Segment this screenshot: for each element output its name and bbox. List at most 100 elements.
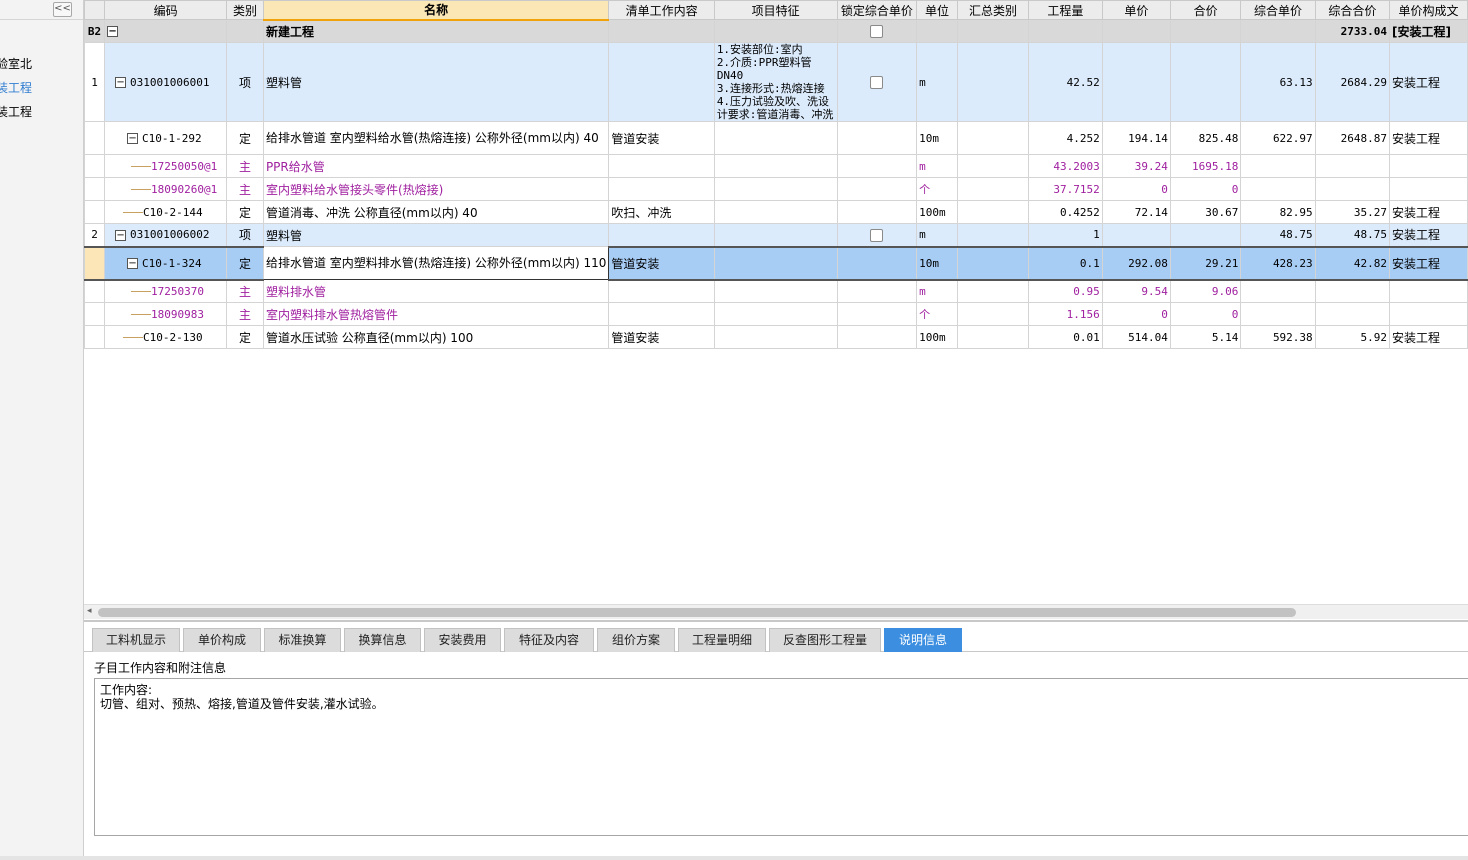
cell-comp-total[interactable]: 5.92 <box>1314 325 1390 349</box>
cell-quantity[interactable]: 4.252 <box>1028 121 1103 155</box>
cell-unit[interactable]: 10m <box>916 121 958 155</box>
cell-work-content[interactable] <box>608 42 715 122</box>
cell-name[interactable]: 管道消毒、冲洗 公称直径(mm以内) 40 <box>262 200 610 224</box>
col-header-comp-total[interactable]: 综合合价 <box>1314 0 1390 20</box>
cell-unit[interactable]: m <box>916 154 958 178</box>
cell-summary-type[interactable] <box>956 200 1030 224</box>
cell-total[interactable] <box>1169 223 1242 247</box>
cell-comp-price[interactable] <box>1240 177 1316 201</box>
cell-unit[interactable]: 100m <box>916 200 958 224</box>
lock-price-checkbox[interactable] <box>870 24 884 38</box>
cell-comp-total[interactable] <box>1314 177 1390 201</box>
col-header-type[interactable]: 类别 <box>226 0 264 20</box>
table-row-section[interactable]: B2 − 新建工程 2733.04 [安装工程] <box>84 19 1468 43</box>
cell-lock-price[interactable] <box>836 302 918 326</box>
cell-unit-price[interactable]: 0 <box>1101 302 1171 326</box>
col-header-quantity[interactable]: 工程量 <box>1028 0 1103 20</box>
tree-item-install[interactable]: 装工程 <box>0 103 32 120</box>
cell-lock-price[interactable] <box>836 42 918 122</box>
cell-composition[interactable] <box>1388 279 1468 303</box>
tab-quantity-detail[interactable]: 工程量明细 <box>678 628 766 652</box>
cell-quantity[interactable]: 0.01 <box>1028 325 1103 349</box>
cell-type[interactable]: 定 <box>226 121 264 155</box>
cell-comp-price[interactable]: 48.75 <box>1240 223 1316 247</box>
tree-item-lab[interactable]: 验室北 <box>0 55 32 72</box>
cell-unit-price[interactable]: 514.04 <box>1101 325 1171 349</box>
cell-code[interactable]: 17250050@1 <box>104 154 228 178</box>
cell-code[interactable]: − <box>104 19 228 43</box>
cell-comp-price[interactable]: 82.95 <box>1240 200 1316 224</box>
cell-type[interactable]: 主 <box>226 154 264 178</box>
cell-summary-type[interactable] <box>956 42 1030 122</box>
cell-quantity[interactable]: 1.156 <box>1028 302 1103 326</box>
cell-total[interactable]: 5.14 <box>1169 325 1242 349</box>
cell-total[interactable]: 1695.18 <box>1169 154 1242 178</box>
cell-code[interactable]: 17250370 <box>104 279 228 303</box>
cell-quantity[interactable] <box>1028 19 1103 43</box>
cell-quantity[interactable]: 42.52 <box>1028 42 1103 122</box>
cell-unit-price[interactable]: 0 <box>1101 177 1171 201</box>
cell-feature[interactable] <box>713 154 838 178</box>
cell-comp-price[interactable]: 622.97 <box>1240 121 1316 155</box>
cell-lock-price[interactable] <box>836 245 918 281</box>
table-row-material[interactable]: 17250370 主 塑料排水管 m 0.95 9.54 9.06 <box>84 279 1468 303</box>
cell-code[interactable]: 18090260@1 <box>104 177 228 201</box>
cell-lock-price[interactable] <box>836 200 918 224</box>
cell-total[interactable] <box>1169 19 1242 43</box>
cell-total[interactable]: 30.67 <box>1169 200 1242 224</box>
table-row-material[interactable]: 17250050@1 主 PPR给水管 m 43.2003 39.24 1695… <box>84 154 1468 178</box>
cell-composition[interactable]: 安装工程 <box>1388 42 1468 122</box>
cell-summary-type[interactable] <box>956 19 1030 43</box>
cell-unit-price[interactable] <box>1101 223 1171 247</box>
cell-unit[interactable]: 10m <box>916 245 958 281</box>
cell-comp-price[interactable] <box>1240 19 1316 43</box>
cell-work-content[interactable]: 管道安装 <box>608 245 715 281</box>
cell-summary-type[interactable] <box>956 223 1030 247</box>
cell-total[interactable]: 825.48 <box>1169 121 1242 155</box>
tab-install-fee[interactable]: 安装费用 <box>424 628 501 652</box>
col-header-comp-price[interactable]: 综合单价 <box>1240 0 1316 20</box>
collapse-toggle-icon[interactable]: − <box>107 26 119 37</box>
cell-name[interactable]: PPR给水管 <box>262 154 610 178</box>
cell-work-content[interactable]: 管道安装 <box>608 325 715 349</box>
cell-work-content[interactable] <box>608 177 715 201</box>
cell-composition[interactable] <box>1388 302 1468 326</box>
cell-feature[interactable] <box>713 325 838 349</box>
cell-unit[interactable]: 100m <box>916 325 958 349</box>
cell-total[interactable] <box>1169 42 1242 122</box>
description-textarea[interactable]: 工作内容: 切管、组对、预热、熔接,管道及管件安装,灌水试验。 <box>94 678 1468 836</box>
col-header-work-content[interactable]: 清单工作内容 <box>608 0 715 20</box>
cell-composition[interactable] <box>1388 177 1468 201</box>
cell-unit-price[interactable]: 9.54 <box>1101 279 1171 303</box>
col-header-unit-price[interactable]: 单价 <box>1101 0 1171 20</box>
cell-name[interactable]: 新建工程 <box>262 19 610 43</box>
cell-total[interactable]: 0 <box>1169 302 1242 326</box>
cell-name[interactable]: 塑料管 <box>262 223 610 247</box>
cell-composition[interactable]: 安装工程 <box>1388 325 1468 349</box>
col-header-lock-price[interactable]: 锁定综合单价 <box>836 0 918 20</box>
col-header-unit[interactable]: 单位 <box>916 0 958 20</box>
tab-labor-material[interactable]: 工料机显示 <box>92 628 180 652</box>
cell-comp-total[interactable]: 2648.87 <box>1314 121 1390 155</box>
cell-comp-total[interactable] <box>1314 302 1390 326</box>
tab-conversion-info[interactable]: 换算信息 <box>344 628 421 652</box>
cell-name[interactable]: 塑料管 <box>262 42 610 122</box>
cell-quantity[interactable]: 0.1 <box>1028 245 1103 281</box>
cell-type[interactable]: 项 <box>226 42 264 122</box>
cell-work-content[interactable]: 吹扫、冲洗 <box>608 200 715 224</box>
tab-standard-conversion[interactable]: 标准换算 <box>264 628 341 652</box>
cell-unit-price[interactable]: 292.08 <box>1101 245 1171 281</box>
cell-work-content[interactable] <box>608 19 715 43</box>
cell-feature[interactable] <box>713 223 838 247</box>
cell-comp-total[interactable]: 42.82 <box>1314 245 1390 281</box>
cell-total[interactable]: 9.06 <box>1169 279 1242 303</box>
cell-feature[interactable] <box>713 302 838 326</box>
cell-quantity[interactable]: 1 <box>1028 223 1103 247</box>
cell-summary-type[interactable] <box>956 121 1030 155</box>
cell-summary-type[interactable] <box>956 177 1030 201</box>
cell-lock-price[interactable] <box>836 154 918 178</box>
cell-type[interactable]: 项 <box>226 223 264 247</box>
cell-unit[interactable]: 个 <box>916 302 958 326</box>
cell-code[interactable]: −031001006001 <box>104 42 228 122</box>
cell-unit-price[interactable]: 72.14 <box>1101 200 1171 224</box>
